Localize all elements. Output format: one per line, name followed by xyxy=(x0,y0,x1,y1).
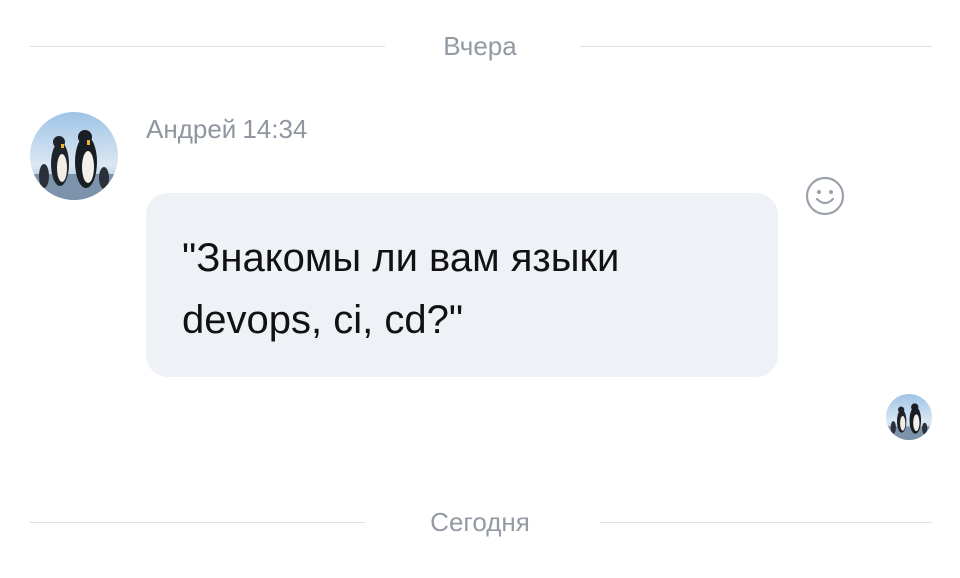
separator-line xyxy=(580,46,932,47)
message-header: Андрей 14:34 xyxy=(146,114,307,145)
author-name[interactable]: Андрей xyxy=(146,114,236,144)
chat-screen: Вчера Андрей 14:34 "Знакомы ли вам языки… xyxy=(0,0,960,578)
message-text-line: devops, ci, cd?" xyxy=(182,298,464,342)
message-text-line: "Знакомы ли вам языки xyxy=(182,236,620,280)
read-receipt-avatar-icon xyxy=(886,394,932,440)
message-bubble[interactable]: "Знакомы ли вам языки devops, ci, cd?" xyxy=(146,193,778,377)
smiley-icon[interactable] xyxy=(803,174,847,218)
message-time: 14:34 xyxy=(242,114,308,144)
date-separator-yesterday: Вчера xyxy=(0,26,960,66)
date-separator-today: Сегодня xyxy=(0,502,960,542)
separator-line xyxy=(600,522,932,523)
author-avatar-icon[interactable] xyxy=(30,112,118,200)
